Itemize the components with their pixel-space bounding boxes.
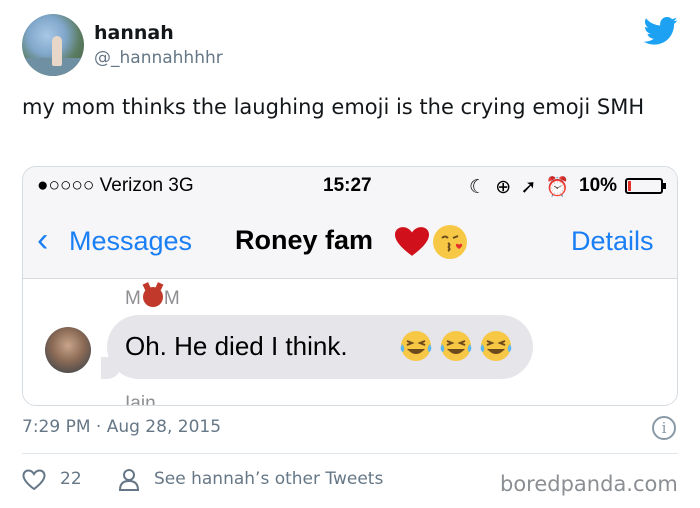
- devil-face-icon: [142, 287, 163, 307]
- laughing-tears-icon: [400, 331, 432, 361]
- avatar-figure: [52, 36, 62, 66]
- details-button[interactable]: Details: [571, 226, 654, 257]
- message-sender: MM: [125, 287, 181, 310]
- messages-nav-bar: ‹ Messages Roney fam Details: [23, 203, 677, 279]
- laughing-tears-icons: [400, 331, 512, 361]
- carrier-signal: ●○○○○ Verizon 3G: [37, 175, 194, 196]
- ios-status-bar: ●○○○○ Verizon 3G 15:27 ☾ ⊕ ➚ ⏰ 10%: [23, 167, 677, 203]
- author-handle[interactable]: @_hannahhhhr: [94, 48, 223, 68]
- divider: [22, 453, 678, 454]
- other-tweets-link[interactable]: See hannah’s other Tweets: [154, 469, 383, 489]
- sender-suffix: M: [163, 288, 181, 309]
- author-name[interactable]: hannah: [94, 22, 174, 44]
- tweet-timestamp[interactable]: 7:29 PM · Aug 28, 2015: [22, 417, 221, 437]
- sender-prefix: M: [125, 288, 142, 309]
- tweet-card: hannah @_hannahhhhr my mom thinks the la…: [0, 0, 700, 508]
- info-icon[interactable]: i: [652, 416, 676, 440]
- next-sender-name: Iain: [125, 393, 156, 406]
- battery-icon: [625, 178, 666, 194]
- embedded-screenshot[interactable]: ●○○○○ Verizon 3G 15:27 ☾ ⊕ ➚ ⏰ 10% ‹ Mes…: [22, 166, 678, 406]
- sender-avatar[interactable]: [45, 327, 91, 373]
- back-button[interactable]: Messages: [69, 226, 192, 257]
- twitter-bird-icon[interactable]: [644, 16, 678, 46]
- tweet-text: my mom thinks the laughing emoji is the …: [22, 95, 645, 119]
- status-icons: ☾ ⊕ ➚ ⏰: [469, 177, 572, 198]
- back-chevron-icon[interactable]: ‹: [37, 223, 48, 257]
- heart-outline-icon[interactable]: [22, 469, 46, 491]
- kissing-face-icon: [433, 225, 467, 259]
- like-count[interactable]: 22: [60, 469, 82, 489]
- battery-fill: [628, 181, 631, 191]
- heart-icon: [395, 227, 429, 256]
- conversation-title: Roney fam: [235, 225, 374, 255]
- author-avatar[interactable]: [22, 14, 84, 76]
- message-text: Oh. He died I think.: [125, 331, 348, 361]
- laughing-tears-icon: [480, 331, 512, 361]
- battery-percent: 10%: [579, 175, 618, 196]
- laughing-tears-icon: [440, 331, 472, 361]
- status-time: 15:27: [323, 175, 372, 196]
- message-thread: MM Oh. He died I think. Iain: [23, 279, 677, 406]
- person-icon[interactable]: [118, 468, 140, 492]
- watermark: boredpanda.com: [500, 472, 678, 496]
